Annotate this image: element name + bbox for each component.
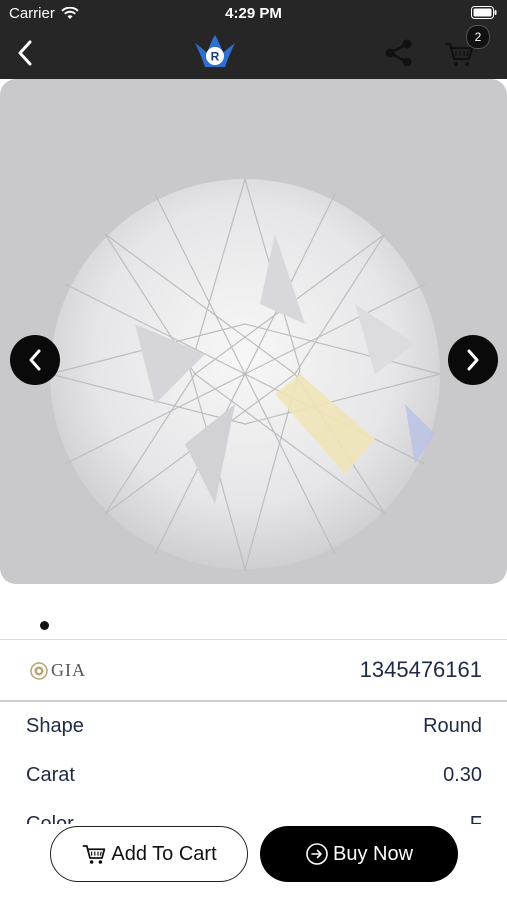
diamond-image [49,176,441,572]
buy-now-label: Buy Now [332,842,414,865]
spec-label: Shape [26,715,84,737]
status-bar: Carrier 4:29 PM [0,0,507,28]
status-time: 4:29 PM [225,5,282,22]
logo-letter: R [211,50,220,64]
previous-image-button[interactable] [10,335,60,385]
cart-icon [83,845,106,864]
chevron-right-icon [467,349,479,371]
certificate-number[interactable]: 1345476161 [360,657,482,683]
nav-bar: R 2 [0,25,507,79]
spec-row-shape: Shape Round [0,702,507,750]
top-bar: Carrier 4:29 PM R 2 [0,0,507,79]
spec-row-carat: Carat 0.30 [0,751,507,799]
spec-value: 0.30 [443,764,482,786]
next-image-button[interactable] [448,335,498,385]
certificate-lab-logo: GIA [30,660,86,681]
battery-icon [471,6,497,19]
spec-label: Carat [26,764,75,786]
add-to-cart-label: Add To Cart [111,842,217,865]
chevron-left-icon [29,349,41,371]
arrow-circle-right-icon [306,843,328,865]
certificate-row: GIA 1345476161 [0,640,507,700]
add-to-cart-button[interactable]: Add To Cart [50,826,248,882]
carousel-page-indicator[interactable] [40,621,49,630]
product-image-carousel[interactable] [0,79,507,584]
certificate-lab: GIA [51,660,86,680]
brand-logo: R [195,35,235,67]
spec-value: Round [423,715,482,737]
buy-now-button[interactable]: Buy Now [260,826,458,882]
chevron-left-icon [18,40,32,66]
cart-count-badge: 2 [466,25,490,49]
share-icon[interactable] [383,37,415,69]
gia-seal-icon [30,661,48,680]
back-button[interactable] [10,38,40,68]
